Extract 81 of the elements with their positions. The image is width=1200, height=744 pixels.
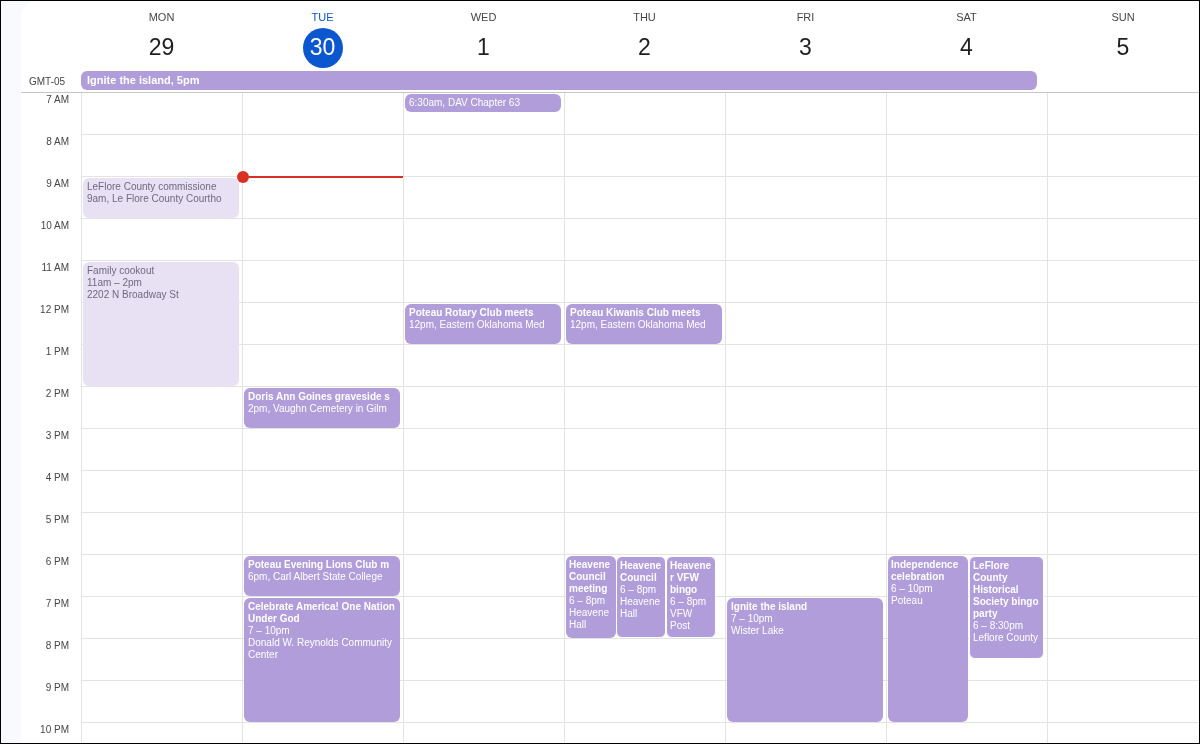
event-detail: Heavene Hall	[569, 607, 611, 631]
hour-label: 7 PM	[45, 598, 69, 611]
event-detail: 6 – 8pm	[670, 596, 708, 608]
event-detail: 12pm, Eastern Oklahoma Med	[570, 319, 707, 331]
event-detail: 11am – 2pm	[87, 277, 143, 289]
day-number[interactable]: 4	[946, 27, 987, 68]
weekday-label: TUE	[311, 10, 334, 25]
event-title: Family cookout	[87, 265, 156, 277]
day-number[interactable]: 2	[624, 27, 665, 68]
event-title: LeFlore County Historical Society bingo party	[973, 560, 1040, 620]
hour-label: 4 PM	[45, 472, 69, 485]
hour-label: 7 AM	[46, 94, 69, 107]
event-detail: 7 – 10pm	[248, 625, 291, 637]
hour-label: 11 AM	[41, 262, 69, 275]
event-card[interactable]: 6:30am, DAV Chapter 63	[405, 94, 561, 112]
event-title: Poteau Kiwanis Club meets	[570, 307, 702, 319]
hour-label: 10 PM	[40, 724, 69, 737]
event-detail: Poteau	[891, 595, 924, 607]
event-title: Heavene Council	[620, 560, 662, 584]
day-number[interactable]: 1	[463, 27, 504, 68]
hour-label: 1 PM	[45, 346, 69, 359]
event-card[interactable]: Heavene Council 6 – 8pm Heavene Hall	[616, 556, 666, 638]
event-detail: Leflore County	[973, 632, 1040, 644]
day-number[interactable]: 5	[1103, 27, 1143, 68]
day-number[interactable]: 30	[302, 27, 343, 68]
event-card[interactable]: LeFlore County Historical Society bingo party 6 – 8:30pm Leflore County	[969, 556, 1044, 659]
day-number[interactable]: 3	[785, 27, 826, 68]
event-card[interactable]: Poteau Evening Lions Club m 6pm, Carl Albert State College	[244, 556, 400, 596]
event-card[interactable]: Independence celebration 6 – 10pm Poteau	[888, 556, 968, 722]
event-detail: 6pm, Carl Albert State College	[248, 571, 384, 583]
event-detail: Heavene Hall	[620, 596, 662, 620]
event-card[interactable]: LeFlore County commissione 9am, Le Flore County Courtho	[83, 178, 239, 218]
event-title: Doris Ann Goines graveside s	[248, 391, 391, 403]
hour-label: 5 PM	[45, 514, 69, 527]
event-detail: 9am, Le Flore County Courtho	[87, 193, 223, 205]
event-title: Poteau Rotary Club meets	[409, 307, 535, 319]
weekday-label: WED	[470, 10, 497, 25]
event-detail: 7 – 10pm	[731, 613, 774, 625]
event-title: Heavener VFW bingo	[670, 560, 712, 596]
event-detail: Wister Lake	[731, 625, 785, 637]
hour-label: 12 PM	[40, 304, 69, 317]
event-card[interactable]: Heavener VFW bingo 6 – 8pm VFW Post	[666, 556, 716, 638]
event-detail: 6:30am, DAV Chapter 63	[409, 97, 521, 109]
event-detail: Donald W. Reynolds Community Center	[248, 637, 393, 661]
hour-label: 9 AM	[46, 178, 69, 191]
weekday-label: MON	[148, 10, 175, 25]
hour-label: 3 PM	[45, 430, 69, 443]
weekday-label: SAT	[956, 10, 977, 25]
event-card[interactable]: Heavene Council meeting 6 – 8pm Heavene Hall	[566, 556, 616, 638]
event-title: Heavene Council meeting	[569, 559, 612, 595]
hour-label: 10 AM	[40, 220, 69, 233]
event-card[interactable]: Doris Ann Goines graveside s 2pm, Vaughn Cemetery in Gilm	[244, 388, 400, 428]
hour-label: 6 PM	[45, 556, 69, 569]
all-day-event[interactable]: Ignite the island, 5pm	[81, 71, 1037, 90]
weekday-label: FRI	[796, 10, 815, 25]
event-title: Ignite the island	[731, 601, 809, 613]
event-card[interactable]: Poteau Rotary Club meets 12pm, Eastern Oklahoma Med	[405, 304, 561, 344]
hour-label: 8 AM	[46, 136, 69, 149]
event-detail: 6 – 8pm	[569, 595, 607, 607]
event-detail: 2202 N Broadway St	[87, 289, 180, 301]
event-detail: VFW Post	[670, 608, 694, 632]
event-detail: 6 – 10pm	[891, 583, 934, 595]
event-card[interactable]: Poteau Kiwanis Club meets 12pm, Eastern Oklahoma Med	[566, 304, 722, 344]
event-title: Independence celebration	[891, 559, 960, 583]
event-detail: 6 – 8pm	[620, 584, 658, 596]
event-detail: 6 – 8:30pm	[973, 620, 1025, 632]
event-title: LeFlore County commissione	[87, 181, 218, 193]
event-card[interactable]: Ignite the island 7 – 10pm Wister Lake	[727, 598, 883, 722]
event-title: Celebrate America! One Nation Under God	[248, 601, 396, 625]
day-number[interactable]: 29	[141, 27, 182, 68]
hour-label: 2 PM	[45, 388, 69, 401]
weekday-label: SUN	[1111, 10, 1135, 25]
event-card[interactable]: Celebrate America! One Nation Under God 7 – 10pm Donald W. Reynolds Community Center	[244, 598, 400, 722]
event-title: Poteau Evening Lions Club m	[248, 559, 391, 571]
weekday-label: THU	[633, 10, 656, 25]
hour-label: 9 PM	[45, 682, 69, 695]
event-detail: 2pm, Vaughn Cemetery in Gilm	[248, 403, 388, 415]
hour-label: 8 PM	[45, 640, 69, 653]
event-detail: 12pm, Eastern Oklahoma Med	[409, 319, 546, 331]
event-card[interactable]: Family cookout 11am – 2pm 2202 N Broadway St	[83, 262, 239, 386]
timezone-label: GMT-05	[28, 75, 67, 89]
